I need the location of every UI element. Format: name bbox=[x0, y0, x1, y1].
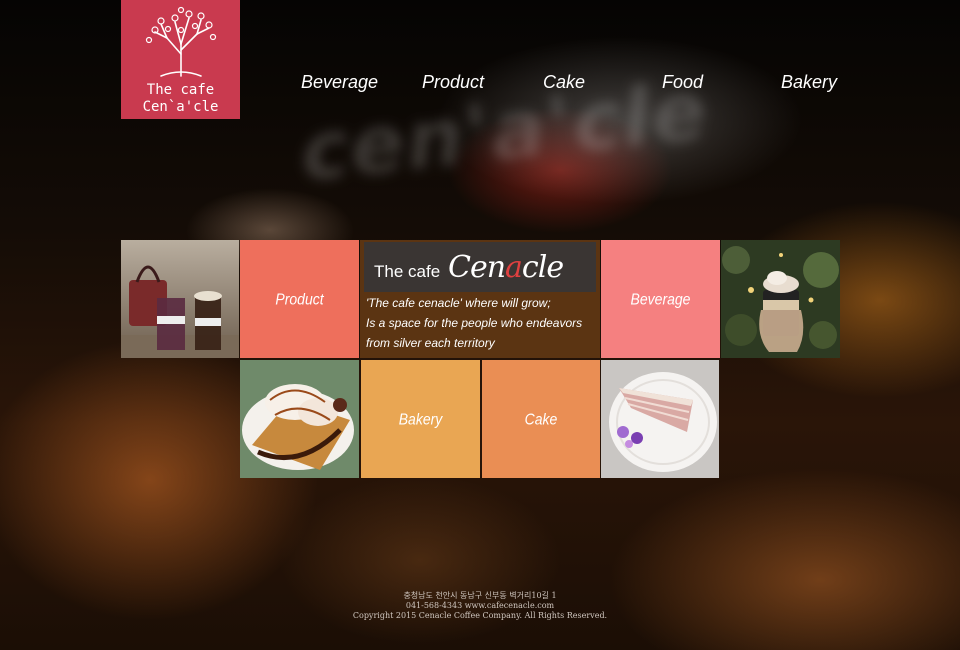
footer-contact: 041-568-4343 www.cafecenacle.com bbox=[405, 601, 555, 610]
drinks-photo bbox=[121, 240, 239, 358]
banner-title: The cafe bbox=[374, 262, 441, 281]
product-tile[interactable]: Product bbox=[240, 240, 359, 358]
banner-tagline-1: 'The cafe cenacle' where will grow; bbox=[366, 296, 551, 310]
logo-line1: The cafe bbox=[146, 82, 215, 98]
photo-drinks-tile[interactable] bbox=[121, 240, 239, 358]
logo-line2: Cen`a'cle bbox=[142, 99, 219, 115]
photo-cake-tile[interactable] bbox=[601, 360, 719, 478]
nav-product[interactable]: Product bbox=[422, 72, 484, 93]
bakery-tile[interactable]: Bakery bbox=[361, 360, 480, 478]
footer-address: 충청남도 천안시 동남구 신부동 벽거리10길 1 bbox=[403, 591, 557, 600]
nav-bakery[interactable]: Bakery bbox=[781, 72, 837, 93]
cake-tile[interactable]: Cake bbox=[482, 360, 600, 478]
nav-cake[interactable]: Cake bbox=[543, 72, 585, 93]
photo-waffle-tile[interactable] bbox=[240, 360, 359, 478]
site-logo[interactable]: The cafe Cen`a'cle bbox=[121, 0, 240, 119]
banner-tagline-3: from silver each territory bbox=[366, 336, 495, 350]
beverage-tile[interactable]: Beverage bbox=[601, 240, 720, 358]
banner-tagline-2: Is a space for the people who endeavors bbox=[366, 316, 583, 330]
waffle-photo bbox=[240, 360, 359, 478]
cake-photo bbox=[601, 360, 719, 478]
bakery-tile-label: Bakery bbox=[398, 410, 443, 428]
tree-icon bbox=[145, 6, 217, 77]
banner-tile[interactable]: The cafe Cenacle 'The cafe cenacle' wher… bbox=[360, 240, 600, 358]
beverage-tile-label: Beverage bbox=[630, 290, 691, 308]
banner-brand: Cenacle bbox=[448, 250, 564, 285]
nav-beverage[interactable]: Beverage bbox=[301, 72, 378, 93]
latte-photo bbox=[721, 240, 840, 358]
footer-copyright: Copyright 2015 Cenacle Coffee Company. A… bbox=[352, 611, 608, 620]
photo-latte-tile[interactable] bbox=[721, 240, 840, 358]
product-tile-label: Product bbox=[275, 290, 324, 308]
nav-food[interactable]: Food bbox=[662, 72, 703, 93]
cake-tile-label: Cake bbox=[524, 410, 558, 428]
